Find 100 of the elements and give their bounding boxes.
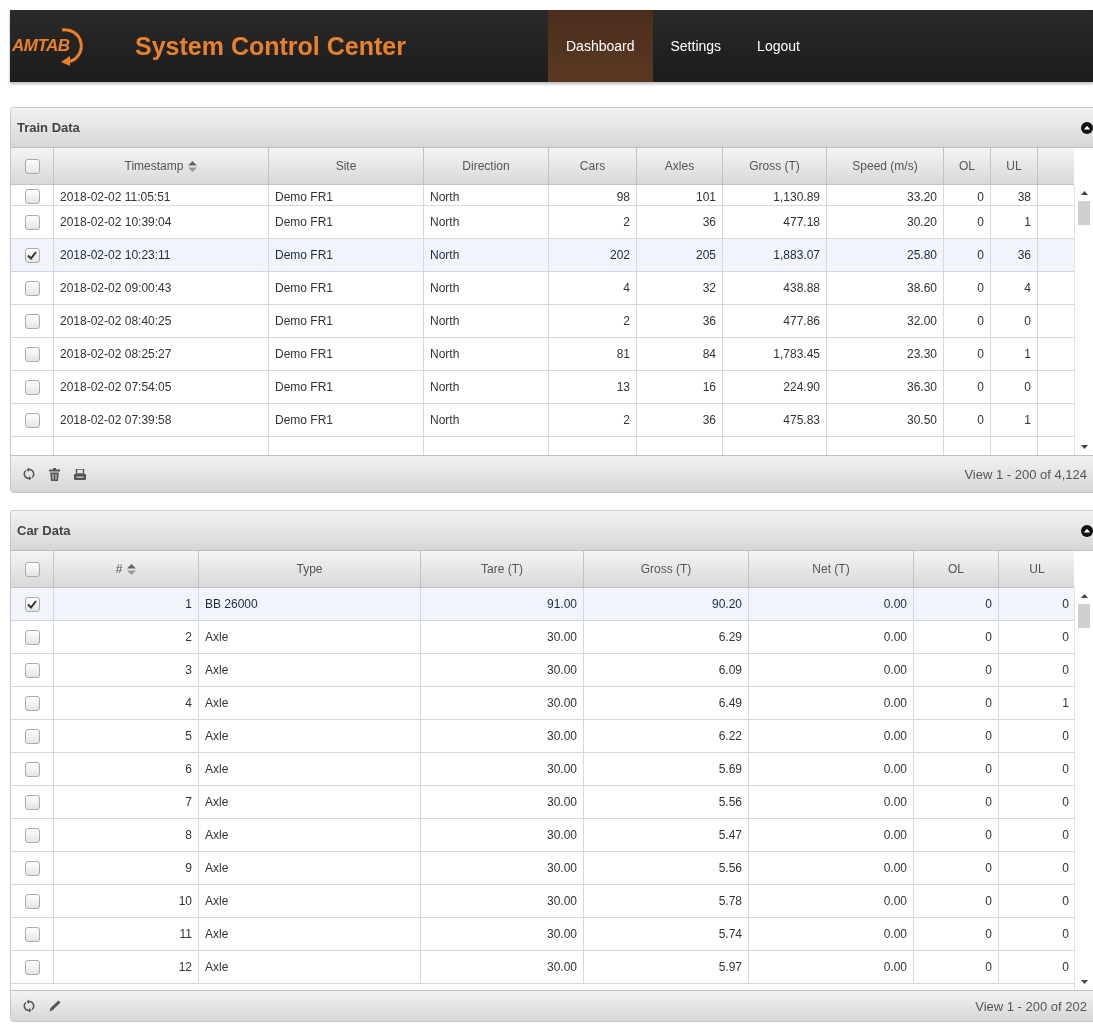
table-row[interactable]: 11 Axle 30.00 5.74 0.00 0 0 [11,917,1075,951]
table-cell: 2 [623,413,630,427]
row-checkbox[interactable] [24,662,40,678]
table-cell: 1,783.45 [773,347,820,361]
column-header[interactable]: OL [913,551,999,588]
column-header[interactable]: OL [943,148,991,185]
table-row[interactable]: 2018-02-02 08:40:25 Demo FR1 North 2 36 477.86 32.00 0 0 [11,304,1075,338]
nav-tab[interactable]: Logout [739,10,818,82]
table-cell: 0 [977,215,984,229]
row-checkbox[interactable] [24,794,40,810]
row-checkbox[interactable] [24,629,40,645]
table-row[interactable]: 9 Axle 30.00 5.56 0.00 0 0 [11,851,1075,885]
table-cell: North [430,347,460,361]
table-cell: Axle [205,828,229,842]
column-header[interactable]: Site [268,148,424,185]
column-header[interactable]: Tare (T) [420,551,584,588]
row-checkbox[interactable] [24,959,40,975]
table-row[interactable]: 1 BB 26000 91.00 90.20 0.00 0 0 [11,587,1075,621]
refresh-icon[interactable] [23,999,35,1013]
trash-icon[interactable] [49,467,60,481]
refresh-icon[interactable] [23,467,35,481]
table-cell: 3 [185,663,192,677]
table-cell: Axle [205,630,229,644]
table-cell: 30.00 [546,795,577,809]
row-checkbox[interactable] [24,412,40,428]
column-header[interactable]: Net (T) [748,551,914,588]
select-all-checkbox[interactable] [24,561,40,577]
row-checkbox[interactable] [24,280,40,296]
row-checkbox[interactable] [24,695,40,711]
table-cell: 30.50 [906,413,937,427]
row-checkbox[interactable] [24,189,40,204]
table-cell: 30.00 [546,828,577,842]
row-checkbox[interactable] [24,728,40,744]
collapse-icon[interactable] [1081,524,1093,537]
collapse-icon[interactable] [1081,121,1093,134]
pencil-icon[interactable] [49,1000,61,1012]
table-row[interactable]: 10 Axle 30.00 5.78 0.00 0 0 [11,884,1075,918]
column-header[interactable]: Timestamp [53,148,269,185]
column-header[interactable]: Direction [423,148,549,185]
row-checkbox[interactable] [24,893,40,909]
table-cell: Demo FR1 [275,314,333,328]
row-checkbox[interactable] [24,214,40,230]
table-cell: 205 [695,248,716,262]
table-row[interactable]: 2018-02-02 08:25:27 Demo FR1 North 81 84 1,783.45 23.30 0 1 [11,337,1075,371]
table-cell: 6 [185,762,192,776]
table-cell: 36 [702,314,716,328]
table-cell: Axle [205,729,229,743]
sort-icon[interactable] [188,161,198,173]
column-header[interactable]: Axles [636,148,723,185]
column-header[interactable]: Speed (m/s) [826,148,944,185]
table-row[interactable]: 3 Axle 30.00 6.09 0.00 0 0 [11,653,1075,687]
table-row[interactable]: 8 Axle 30.00 5.47 0.00 0 0 [11,818,1075,852]
table-row[interactable]: 4 Axle 30.00 6.49 0.00 0 1 [11,686,1075,720]
table-cell: 0 [985,960,992,974]
table-row[interactable]: 2 Axle 30.00 6.29 0.00 0 0 [11,620,1075,654]
scrollbar[interactable] [1074,588,1093,990]
scroll-thumb[interactable] [1078,201,1090,225]
printer-icon[interactable] [74,468,86,480]
row-checkbox[interactable] [24,926,40,942]
sort-icon[interactable] [127,564,137,576]
scroll-thumb[interactable] [1078,604,1090,628]
table-cell: 90.20 [711,597,742,611]
column-header[interactable]: Cars [548,148,637,185]
table-row[interactable]: 5 Axle 30.00 6.22 0.00 0 0 [11,719,1075,753]
table-cell: 5.78 [718,894,742,908]
scrollbar[interactable] [1074,185,1093,455]
row-checkbox[interactable] [24,761,40,777]
column-header[interactable]: UL [998,551,1075,588]
table-cell: 6.09 [718,663,742,677]
table-cell: 0.00 [883,894,907,908]
table-row[interactable]: 2018-02-02 11:05:51 Demo FR1 North 98 101 1,130.89 33.20 0 38 [11,184,1075,206]
table-row[interactable]: 12 Axle 30.00 5.97 0.00 0 0 [11,950,1075,984]
table-cell: 36.30 [906,380,937,394]
column-header[interactable]: UL [990,148,1038,185]
column-header[interactable]: Gross (T) [583,551,749,588]
column-header[interactable]: Gross (T) [722,148,827,185]
table-cell: 2018-02-02 07:54:05 [60,380,172,394]
column-header[interactable]: # [53,551,199,588]
table-row[interactable]: 7 Axle 30.00 5.56 0.00 0 0 [11,785,1075,819]
row-checkbox[interactable] [24,346,40,362]
row-checkbox[interactable] [24,247,40,263]
table-row[interactable]: 2018-02-02 07:39:58 Demo FR1 North 2 36 475.83 30.50 0 1 [11,403,1075,437]
table-cell: BB 26000 [205,597,258,611]
column-header[interactable]: Type [198,551,421,588]
table-cell: North [430,215,460,229]
row-checkbox[interactable] [24,860,40,876]
table-row[interactable]: 2018-02-02 07:54:05 Demo FR1 North 13 16 224.90 36.30 0 0 [11,370,1075,404]
nav-tab[interactable]: Settings [652,10,740,82]
table-row[interactable]: 2018-02-02 10:39:04 Demo FR1 North 2 36 477.18 30.20 0 1 [11,205,1075,239]
select-all-checkbox[interactable] [24,158,40,174]
row-checkbox[interactable] [24,313,40,329]
row-checkbox[interactable] [24,379,40,395]
table-row[interactable]: 6 Axle 30.00 5.69 0.00 0 0 [11,752,1075,786]
table-row[interactable]: 2018-02-02 10:23:11 Demo FR1 North 202 205 1,883.07 25.80 0 36 [11,238,1075,272]
table-row[interactable]: 2018-02-02 09:00:43 Demo FR1 North 4 32 438.88 38.60 0 4 [11,271,1075,305]
nav-tab[interactable]: Dashboard [548,10,653,82]
table-cell: 5.97 [718,960,742,974]
row-checkbox[interactable] [24,827,40,843]
row-checkbox[interactable] [24,596,40,612]
table-cell: 7 [185,795,192,809]
